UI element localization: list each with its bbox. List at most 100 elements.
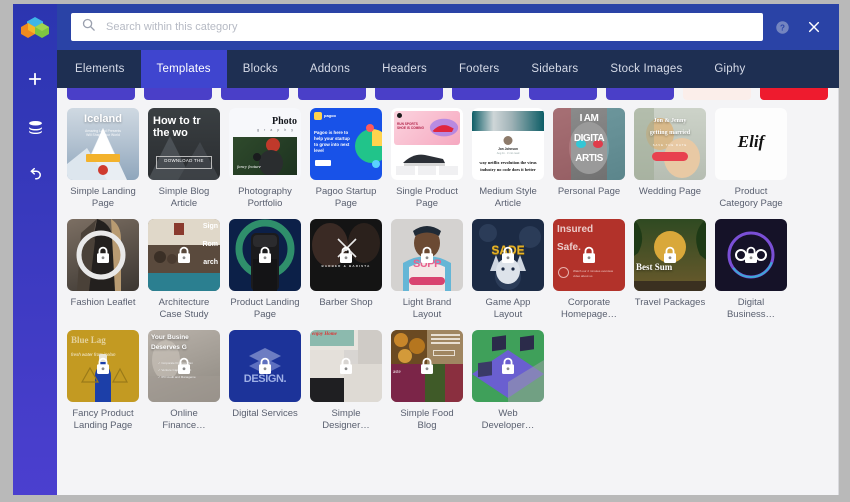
template-title: Wedding Page	[638, 186, 702, 197]
undo-button[interactable]	[18, 158, 52, 192]
template-title: Corporate Homepage…	[561, 297, 617, 320]
tab-sidebars[interactable]: Sidebars	[515, 50, 594, 88]
partial-thumb[interactable]	[606, 88, 674, 100]
template-title: Medium Style Article	[479, 186, 537, 209]
template-title: Product Category Page	[719, 186, 783, 209]
template-card[interactable]: SADE Game App Layout	[472, 219, 544, 321]
template-thumbnail[interactable]: Jon & Jenny getting married SAVE THE DAT…	[634, 108, 706, 180]
template-card[interactable]: pagoo Pagoo is here to help your startup…	[310, 108, 382, 210]
template-thumbnail[interactable]: Jon Johnson Aug 11 · 3 min read way netf…	[472, 108, 544, 180]
template-title: Light Brand Layout	[402, 297, 452, 320]
template-thumbnail[interactable]: Best Sum	[634, 219, 706, 291]
template-thumbnail[interactable]	[715, 219, 787, 291]
template-card[interactable]: Digital Business…	[715, 219, 787, 321]
layers-button[interactable]	[18, 110, 52, 144]
template-card[interactable]: Fashion Leaflet	[67, 219, 139, 321]
tab-elements[interactable]: Elements	[59, 50, 141, 88]
template-card[interactable]: DESIGN. Digital Services	[229, 330, 301, 432]
template-thumbnail[interactable]: RUN SPORTS SHOE IS COMING	[391, 108, 463, 180]
template-thumbnail[interactable]: SADE	[472, 219, 544, 291]
category-tabs: Elements Templates Blocks Addons Headers Foot…	[57, 50, 839, 88]
template-thumbnail[interactable]: SUPP	[391, 219, 463, 291]
lock-icon	[97, 357, 109, 374]
template-thumbnail[interactable]: Your Busine Deserves G ✓ Corporate Finan…	[148, 330, 220, 402]
template-card[interactable]: Photo g r a p h y fancy feature Photogra…	[229, 108, 301, 210]
lock-icon	[421, 357, 433, 374]
template-thumbnail[interactable]	[472, 330, 544, 402]
partial-row-above	[63, 88, 832, 100]
template-card[interactable]: Insured Safe. Watch our 2 minutes overvi…	[553, 219, 625, 321]
lock-icon	[259, 357, 271, 374]
template-title: Pagoo Startup Page	[315, 186, 377, 209]
template-thumbnail[interactable]: Iceland Amazing Land Presents Will Shape …	[67, 108, 139, 180]
lock-icon	[745, 246, 757, 263]
template-card[interactable]: RUN SPORTS SHOE IS COMING Single Product …	[391, 108, 463, 210]
template-card[interactable]: Your Busine Deserves G ✓ Corporate Finan…	[148, 330, 220, 432]
lock-icon	[502, 357, 514, 374]
tab-giphy[interactable]: Giphy	[698, 50, 761, 88]
partial-thumb[interactable]	[144, 88, 212, 100]
partial-thumb[interactable]	[529, 88, 597, 100]
template-thumbnail[interactable]: BARBER & BARISTA	[310, 219, 382, 291]
template-title: Personal Page	[557, 186, 621, 197]
template-card[interactable]: enjoy Home Simple Designer…	[310, 330, 382, 432]
lock-icon	[340, 357, 352, 374]
template-title: Simple Designer…	[322, 408, 370, 431]
template-thumbnail[interactable]	[229, 219, 301, 291]
template-thumbnail[interactable]: Photo g r a p h y fancy feature	[229, 108, 301, 180]
template-thumbnail[interactable]: aste	[391, 330, 463, 402]
tab-addons[interactable]: Addons	[294, 50, 366, 88]
template-card[interactable]: How to tr the wo DOWNLOAD THE Simple Blog …	[148, 108, 220, 210]
template-card[interactable]: Sign Rom arch Architecture Case Study	[148, 219, 220, 321]
template-thumbnail[interactable]: How to tr the wo DOWNLOAD THE	[148, 108, 220, 180]
partial-thumb[interactable]	[67, 88, 135, 100]
partial-thumb[interactable]	[760, 88, 828, 100]
template-title: Digital Business…	[726, 297, 776, 320]
template-card[interactable]: Blue Lag fresh water from icelan Fancy P…	[67, 330, 139, 432]
template-thumbnail[interactable]: Sign Rom arch	[148, 219, 220, 291]
tab-stock-images[interactable]: Stock Images	[594, 50, 698, 88]
search-box[interactable]	[71, 13, 763, 41]
template-card[interactable]: Product Landing Page	[229, 219, 301, 321]
template-thumbnail[interactable]: pagoo Pagoo is here to help your startup…	[310, 108, 382, 180]
template-card[interactable]: Jon & Jenny getting married SAVE THE DAT…	[634, 108, 706, 210]
lock-icon	[583, 246, 595, 263]
template-thumbnail[interactable]: Blue Lag fresh water from icelan	[67, 330, 139, 402]
template-thumbnail[interactable]: enjoy Home	[310, 330, 382, 402]
partial-thumb[interactable]	[452, 88, 520, 100]
template-title: Product Landing Page	[230, 297, 300, 320]
template-title: Architecture Case Study	[158, 297, 210, 320]
template-thumbnail[interactable]	[67, 219, 139, 291]
template-card[interactable]: I AM DIGITA ARTIS Personal Page	[553, 108, 625, 210]
partial-thumb[interactable]	[375, 88, 443, 100]
template-card[interactable]: aste Simple Food Blog	[391, 330, 463, 432]
lock-icon	[421, 246, 433, 263]
add-element-button[interactable]	[18, 62, 52, 96]
panel: ? ElementsTemplatesBlocksAddonsHeadersFo…	[57, 4, 839, 495]
template-card[interactable]: SUPP Light Brand Layout	[391, 219, 463, 321]
tab-templates[interactable]: Templates	[140, 50, 227, 88]
template-card[interactable]: BARBER & BARISTA Barber Shop	[310, 219, 382, 321]
template-card[interactable]: Web Developer…	[472, 330, 544, 432]
tab-footers[interactable]: Footers	[443, 50, 515, 88]
tab-blocks[interactable]: Blocks	[227, 50, 294, 88]
partial-thumb[interactable]	[221, 88, 289, 100]
lock-icon	[178, 357, 190, 374]
template-card[interactable]: Iceland Amazing Land Presents Will Shape …	[67, 108, 139, 210]
template-card[interactable]: Best Sum Travel Packages	[634, 219, 706, 321]
template-card[interactable]: Elif Product Category Page	[715, 108, 787, 210]
lock-icon	[502, 246, 514, 263]
template-title: Digital Services	[232, 408, 298, 419]
question-circle-icon[interactable]: ?	[769, 14, 795, 40]
search-input[interactable]	[106, 21, 753, 33]
template-thumbnail[interactable]: Elif	[715, 108, 787, 180]
partial-thumb[interactable]	[683, 88, 751, 100]
tab-headers[interactable]: Headers	[366, 50, 443, 88]
template-grid-scroll[interactable]: Iceland Amazing Land Presents Will Shape …	[57, 88, 839, 495]
close-icon[interactable]	[801, 14, 827, 40]
template-thumbnail[interactable]: I AM DIGITA ARTIS	[553, 108, 625, 180]
template-card[interactable]: Jon Johnson Aug 11 · 3 min read way netf…	[472, 108, 544, 210]
template-thumbnail[interactable]: DESIGN.	[229, 330, 301, 402]
template-thumbnail[interactable]: Insured Safe. Watch our 2 minutes overvi…	[553, 219, 625, 291]
partial-thumb[interactable]	[298, 88, 366, 100]
